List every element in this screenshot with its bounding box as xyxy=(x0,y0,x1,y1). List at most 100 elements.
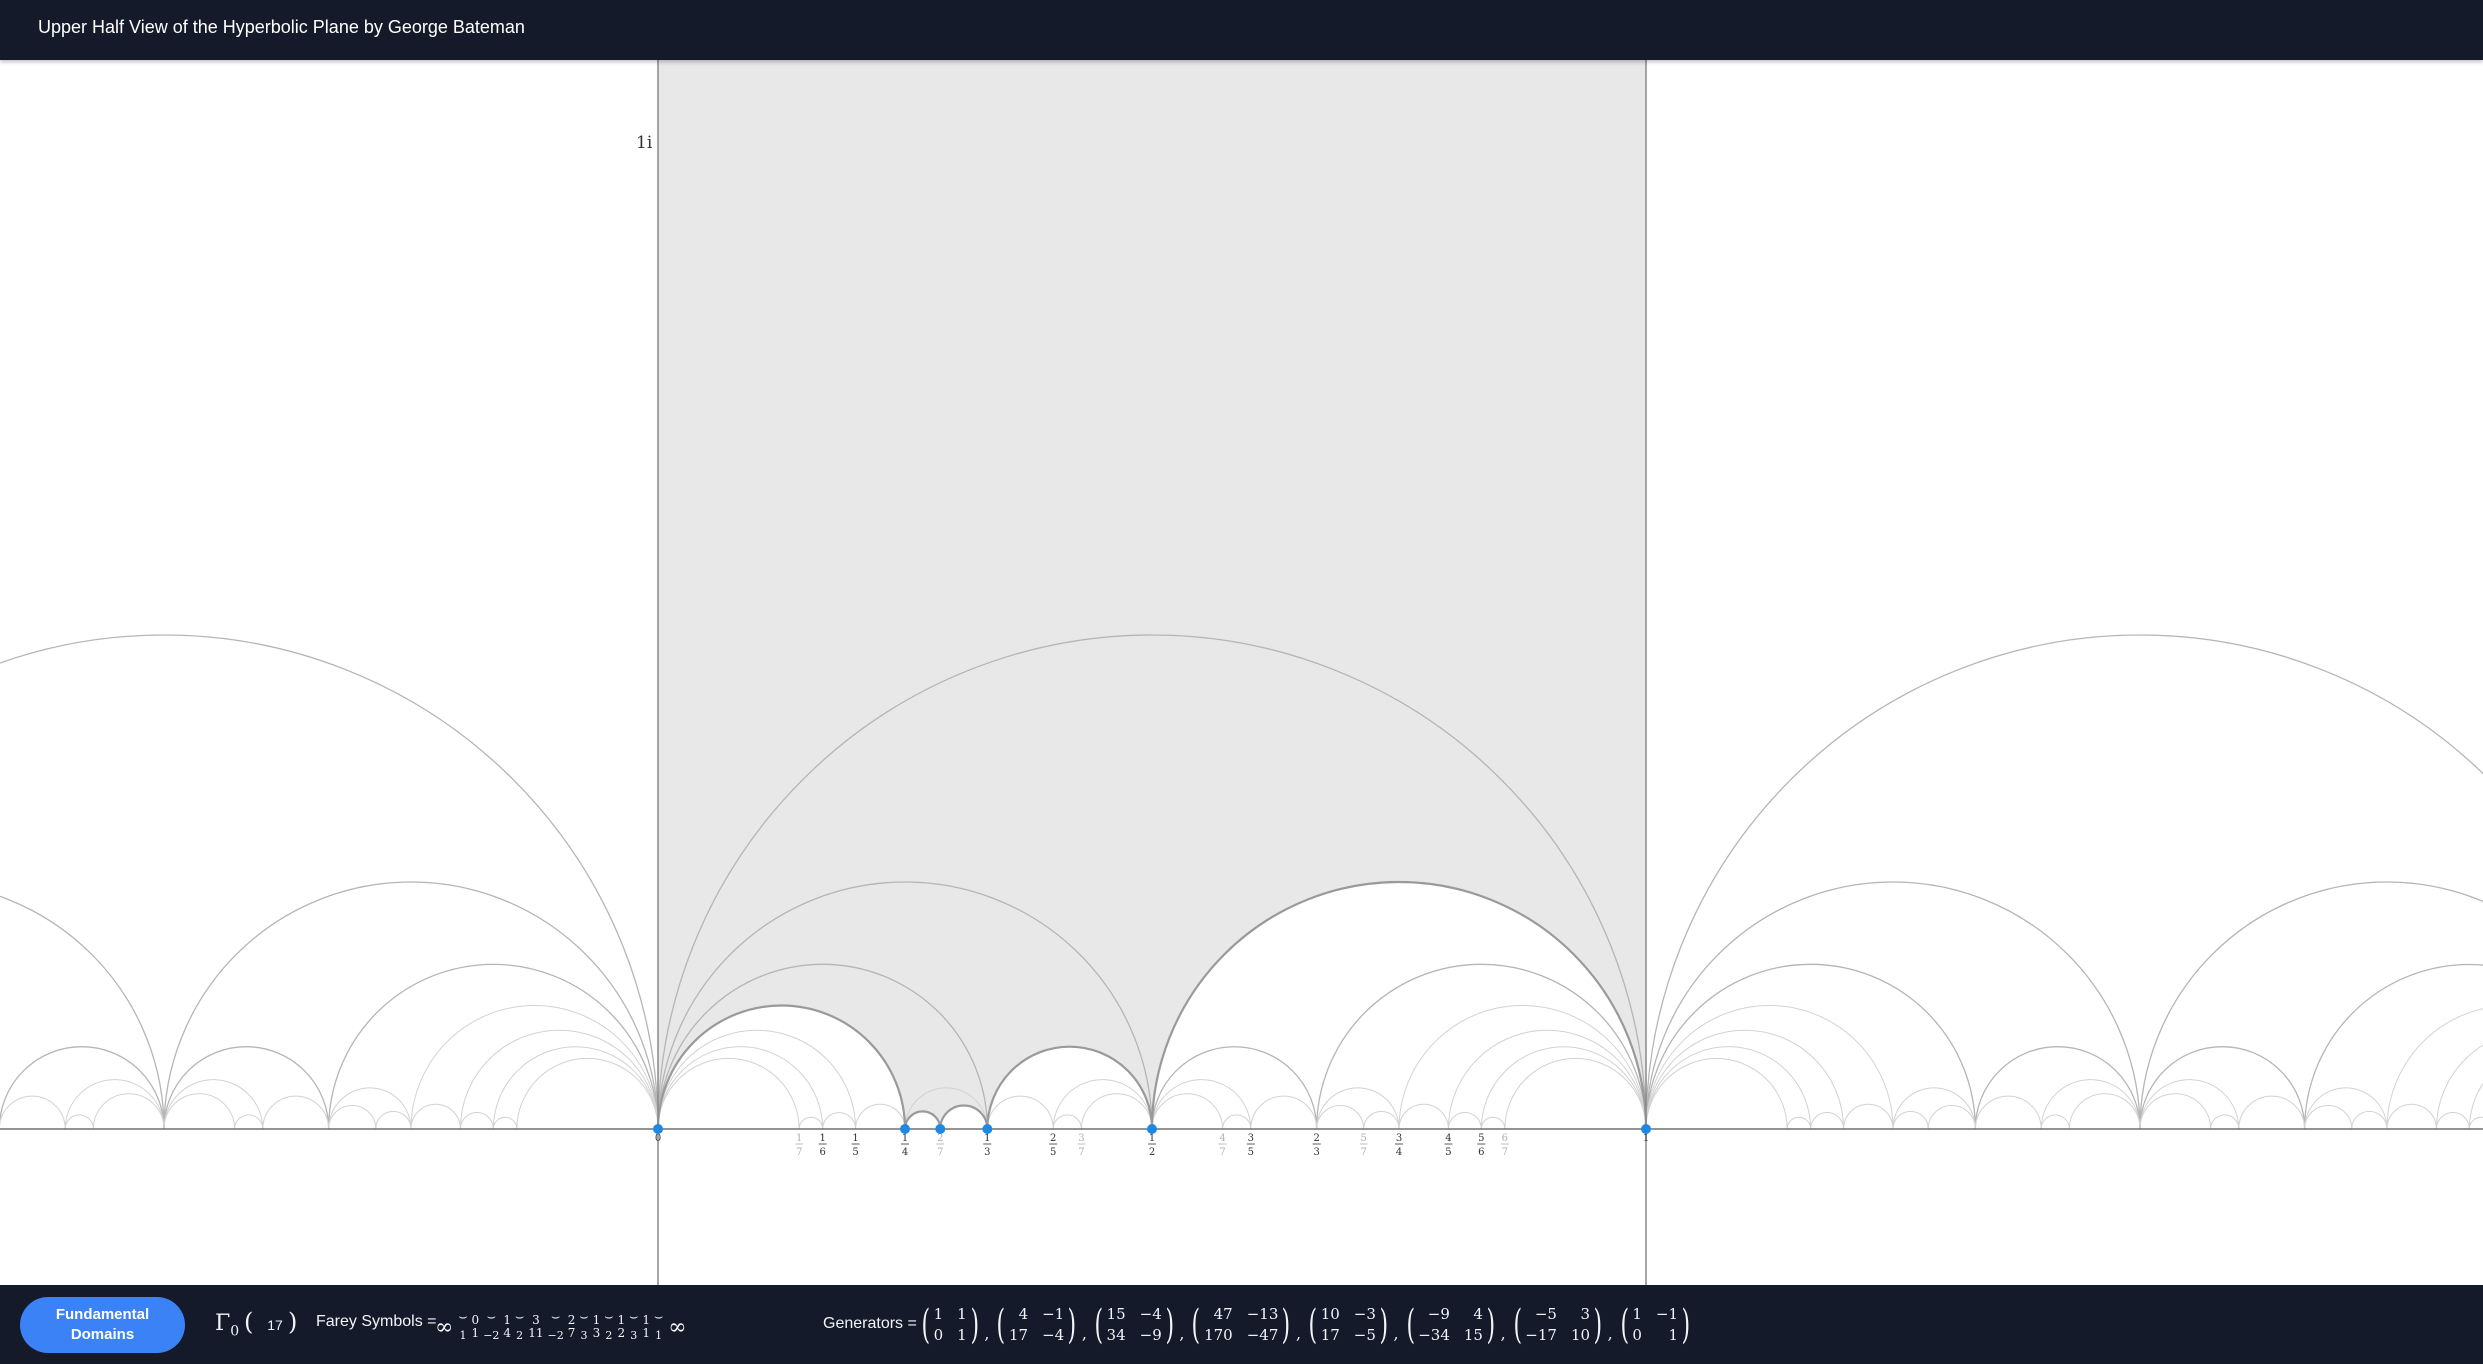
matrix-entry-d: 10 xyxy=(1570,1326,1591,1344)
farey-geodesic xyxy=(2139,881,2483,1130)
matrix-separator: , xyxy=(1081,1323,1087,1343)
farey-geodesic xyxy=(1447,1112,1482,1130)
farey-geodesic xyxy=(163,1079,264,1130)
farey-geodesic xyxy=(2139,1046,2306,1130)
tick-label-numerator: 2 xyxy=(937,1133,943,1144)
farey-pairing-arc: ⌣ 1 xyxy=(458,1309,468,1342)
farey-geodesic xyxy=(2351,1110,2388,1130)
farey-geodesic xyxy=(2040,1079,2141,1130)
matrix-entries: 15 −4 34 −9 xyxy=(1107,1304,1162,1346)
matrix-entry-c: 17 xyxy=(1320,1326,1340,1344)
generator-matrix: (−5 3 −17 10) xyxy=(1510,1304,1606,1346)
cusp-point[interactable] xyxy=(935,1124,946,1134)
farey-geodesic xyxy=(798,1116,824,1130)
tick-label-denominator: 4 xyxy=(902,1147,908,1158)
bottom-toolbar: Fundamental Domains Γ0 ( ) Farey Symbols… xyxy=(0,1285,2483,1364)
farey-symbols: ∞ ⌣ 1 0 1 ⌣ −2 1 4 ⌣ 2 3 11 ⌣ −2 2 7 ⌣ 3 1 3 ⌣ 2 1 2 ⌣ 3 1 1 ⌣ 1 ∞ xyxy=(432,1305,690,1349)
level-input[interactable] xyxy=(258,1312,292,1338)
farey-denominator: 7 xyxy=(567,1326,576,1340)
matrix-right-paren: ) xyxy=(1165,1302,1174,1348)
farey-geodesic xyxy=(1892,1110,1929,1130)
tick-label-numerator: 6 xyxy=(1502,1133,1508,1144)
matrix-left-paren: ( xyxy=(996,1302,1006,1348)
matrix-separator: , xyxy=(1500,1323,1506,1343)
matrix-separator: , xyxy=(1179,1323,1185,1343)
farey-geodesic xyxy=(1645,1029,1845,1130)
farey-geodesic xyxy=(1974,1046,2141,1130)
farey-pairing-label: 2 xyxy=(605,1329,613,1342)
cusp-point[interactable] xyxy=(982,1124,993,1134)
matrix-entry-c: −17 xyxy=(1525,1326,1557,1344)
farey-geodesic xyxy=(1316,964,1647,1130)
farey-geodesic xyxy=(1316,1105,1365,1130)
tick-label-denominator: 7 xyxy=(937,1147,943,1158)
farey-pairing-arc: ⌣ −2 xyxy=(483,1309,500,1342)
farey-geodesic xyxy=(410,1103,461,1130)
farey-geodesic xyxy=(0,634,659,1130)
matrix-entry-d: −4 xyxy=(1042,1326,1065,1344)
matrix-left-paren: ( xyxy=(1406,1302,1415,1348)
cusp-point[interactable] xyxy=(900,1124,910,1134)
tick-label-numerator: 1 xyxy=(984,1133,990,1144)
farey-geodesic xyxy=(0,1095,66,1130)
cusp-point[interactable] xyxy=(1147,1124,1157,1134)
farey-geodesic xyxy=(2139,1079,2240,1130)
generator-matrix: (15 −4 34 −9) xyxy=(1091,1304,1177,1346)
farey-geodesic xyxy=(1645,964,1976,1130)
matrix-entry-d: −5 xyxy=(1353,1326,1376,1344)
farey-label: Farey Symbols = xyxy=(316,1313,437,1330)
farey-geodesic xyxy=(375,1110,412,1130)
matrix-entry-c: −34 xyxy=(1418,1326,1450,1344)
tick-label-numerator: 2 xyxy=(1313,1133,1319,1144)
matrix-separator: , xyxy=(984,1323,990,1343)
tick-label-numerator: 3 xyxy=(1248,1133,1254,1144)
farey-fraction: 13 xyxy=(593,1314,601,1340)
matrix-left-paren: ( xyxy=(1094,1302,1104,1348)
farey-denominator: 11 xyxy=(528,1326,544,1340)
farey-geodesic xyxy=(492,1116,518,1130)
hyperbolic-plane-canvas[interactable]: 1i 0 1 7 1 6 1 5 1 4 2 7 1 3 2 5 3 7 1 2 4 7 3 5 2 3 5 7 3 4 4 5 5 6 6 7 1 xyxy=(0,60,2483,1285)
fundamental-domains-button[interactable]: Fundamental Domains xyxy=(20,1297,185,1353)
matrix-right-paren: ) xyxy=(1593,1302,1603,1348)
cusp-point[interactable] xyxy=(653,1124,663,1134)
farey-pairing-label: 2 xyxy=(516,1329,524,1342)
farey-geodesic xyxy=(163,1046,330,1130)
matrix-right-paren: ) xyxy=(1067,1302,1077,1348)
generator-matrix: (47 −13 170 −47) xyxy=(1188,1304,1294,1346)
imaginary-unit-label: 1i xyxy=(636,133,653,153)
farey-geodesic xyxy=(1843,1103,1894,1130)
matrix-right-paren: ) xyxy=(1486,1302,1496,1348)
matrix-entry-a: 1 xyxy=(1632,1305,1642,1323)
generator-matrix: (4 −1 17 −4) xyxy=(993,1304,1079,1346)
generator-matrix: (−9 4 −34 15) xyxy=(1403,1304,1499,1346)
farey-pairing-label: 1 xyxy=(655,1329,663,1342)
farey-geodesic xyxy=(328,1105,377,1130)
farey-geodesic xyxy=(1250,1095,1318,1130)
farey-geodesic xyxy=(262,1095,330,1130)
matrix-left-paren: ( xyxy=(1308,1302,1318,1348)
tick-label-denominator: 6 xyxy=(1478,1147,1484,1158)
matrix-entries: 1101 xyxy=(934,1304,967,1346)
tick-label-denominator: 7 xyxy=(1078,1147,1084,1158)
matrix-entry-a: −9 xyxy=(1427,1305,1450,1323)
farey-geodesic xyxy=(2210,1114,2240,1130)
farey-pairing-label: 1 xyxy=(459,1329,467,1342)
matrix-entry-d: 1 xyxy=(1668,1326,1679,1344)
farey-geodesic xyxy=(1398,1103,1449,1130)
matrix-entry-c: 34 xyxy=(1106,1326,1126,1344)
farey-pairing-label: −2 xyxy=(483,1329,500,1342)
matrix-entry-c: 17 xyxy=(1009,1326,1029,1344)
tick-label-numerator: 1 xyxy=(852,1133,858,1144)
farey-denominator: 3 xyxy=(592,1326,601,1340)
farey-geodesic xyxy=(516,1057,659,1130)
tick-label-numerator: 3 xyxy=(1396,1133,1402,1144)
farey-fraction: 27 xyxy=(568,1314,576,1340)
gamma-symbol: Γ0 xyxy=(215,1311,240,1340)
farey-geodesic xyxy=(822,1112,857,1130)
matrix-entry-b: 3 xyxy=(1580,1305,1591,1323)
matrix-entry-b: −13 xyxy=(1246,1305,1279,1323)
farey-geodesic xyxy=(2304,1105,2353,1130)
farey-geodesic xyxy=(1480,1116,1506,1130)
matrix-entry-a: 1 xyxy=(933,1305,944,1323)
cusp-point[interactable] xyxy=(1641,1124,1651,1134)
